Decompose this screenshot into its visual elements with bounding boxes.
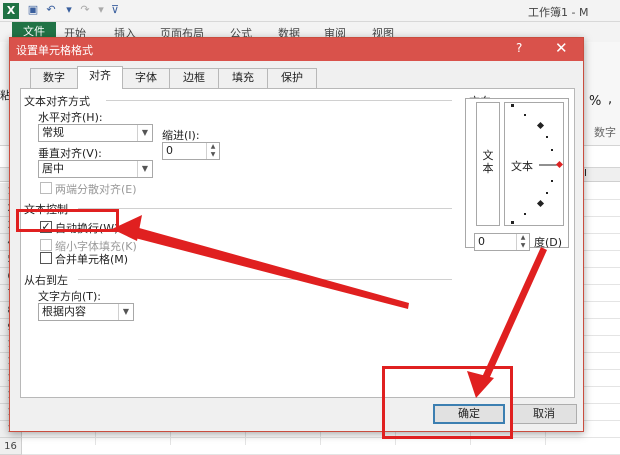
- tab-alignment[interactable]: 对齐: [77, 66, 123, 89]
- arrow-to-wrap-text: [122, 226, 409, 309]
- arrow-to-ok-button: [478, 247, 547, 388]
- arrow-head-wrap-text: [112, 215, 142, 241]
